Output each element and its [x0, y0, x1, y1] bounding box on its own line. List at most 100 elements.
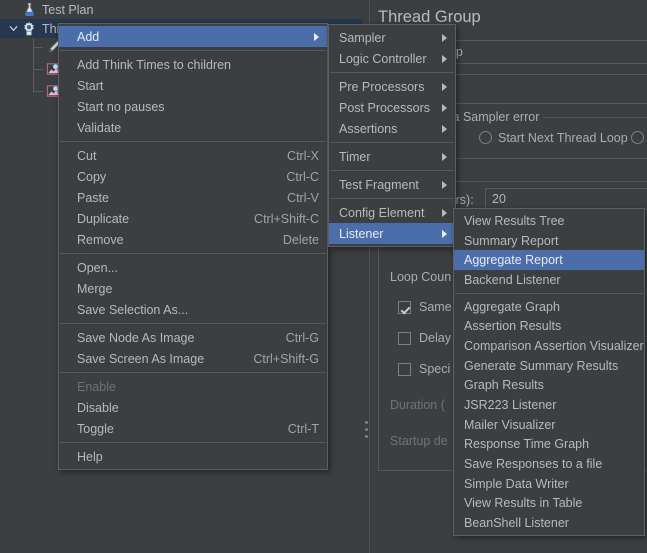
menu-item-label: Paste [77, 190, 109, 205]
menu-item-label: Open... [77, 260, 118, 275]
menu-item-backend-listener[interactable]: Backend Listener [454, 270, 644, 290]
menu-item-label: Remove [77, 232, 124, 247]
menu-item-open[interactable]: Open... [59, 257, 327, 278]
menu-item-response-time-graph[interactable]: Response Time Graph [454, 435, 644, 455]
menu-item-timer[interactable]: Timer [329, 146, 455, 167]
menu-item-label: Toggle [77, 421, 114, 436]
menu-item-shortcut: Delete [282, 232, 319, 247]
menu-item-shortcut: Ctrl+Shift-C [254, 211, 319, 226]
menu-item-label: Help [77, 449, 103, 464]
menu-item-generate-summary-results[interactable]: Generate Summary Results [454, 356, 644, 376]
menu-item-label: Copy [77, 169, 107, 184]
menu-item-test-fragment[interactable]: Test Fragment [329, 174, 455, 195]
menu-item-save-responses-to-a-file[interactable]: Save Responses to a file [454, 454, 644, 474]
menu-item-duplicate[interactable]: Duplicate Ctrl+Shift-C [59, 208, 327, 229]
menu-item-view-results-in-table[interactable]: View Results in Table [454, 494, 644, 514]
menu-item-mailer-visualizer[interactable]: Mailer Visualizer [454, 415, 644, 435]
menu-item-label: Timer [339, 149, 371, 164]
menu-item-aggregate-graph[interactable]: Aggregate Graph [454, 297, 644, 317]
menu-item-paste[interactable]: Paste Ctrl-V [59, 187, 327, 208]
menu-separator [330, 198, 454, 199]
same-user-label: Same [419, 300, 452, 314]
menu-item-label: Validate [77, 120, 122, 135]
menu-item-comparison-assertion-visualizer[interactable]: Comparison Assertion Visualizer [454, 336, 644, 356]
specify-lifetime-checkbox[interactable] [398, 363, 411, 376]
menu-item-assertion-results[interactable]: Assertion Results [454, 316, 644, 336]
menu-item-label: Assertion Results [464, 319, 562, 334]
menu-item-label: Comparison Assertion Visualizer [464, 338, 644, 353]
menu-item-sampler[interactable]: Sampler [329, 27, 455, 48]
duration-label: Duration ( [390, 398, 445, 412]
menu-item-start[interactable]: Start [59, 75, 327, 96]
menu-item-copy[interactable]: Copy Ctrl-C [59, 166, 327, 187]
menu-item-aggregate-report[interactable]: Aggregate Report [454, 250, 644, 271]
menu-item-shortcut: Ctrl-V [287, 190, 319, 205]
stop-thread-radio[interactable] [631, 131, 644, 144]
menu-item-label: Save Screen As Image [77, 351, 205, 366]
menu-separator [60, 253, 326, 254]
specify-lifetime-label: Speci [419, 362, 451, 376]
menu-item-post-processors[interactable]: Post Processors [329, 97, 455, 118]
start-next-thread-loop-radio[interactable] [479, 131, 492, 144]
chevron-right-icon [442, 208, 447, 217]
menu-separator [455, 292, 643, 294]
menu-item-save-selection-as[interactable]: Save Selection As... [59, 299, 327, 320]
splitter-grip-dot[interactable] [365, 428, 368, 431]
splitter-grip-dot[interactable] [365, 421, 368, 424]
tree-row-test-plan[interactable]: Test Plan [0, 0, 362, 19]
menu-item-summary-report[interactable]: Summary Report [454, 231, 644, 251]
menu-item-logic-controller[interactable]: Logic Controller [329, 48, 455, 69]
start-next-thread-loop-label: Start Next Thread Loop [498, 131, 628, 145]
menu-item-add-think-times-to-children[interactable]: Add Think Times to children [59, 54, 327, 75]
menu-item-save-screen-as-image[interactable]: Save Screen As Image Ctrl+Shift-G [59, 348, 327, 369]
menu-item-merge[interactable]: Merge [59, 278, 327, 299]
chevron-down-icon[interactable] [6, 22, 20, 36]
menu-item-start-no-pauses[interactable]: Start no pauses [59, 96, 327, 117]
menu-item-graph-results[interactable]: Graph Results [454, 376, 644, 396]
threads-input[interactable]: 20 [485, 188, 647, 210]
menu-item-pre-processors[interactable]: Pre Processors [329, 76, 455, 97]
chevron-right-icon [442, 124, 447, 133]
menu-item-cut[interactable]: Cut Ctrl-X [59, 145, 327, 166]
chevron-right-icon [314, 32, 319, 41]
menu-item-disable[interactable]: Disable [59, 397, 327, 418]
same-user-checkbox[interactable] [398, 301, 411, 314]
menu-item-beanshell-listener[interactable]: BeanShell Listener [454, 513, 644, 533]
menu-item-listener[interactable]: Listener [329, 223, 455, 244]
chevron-right-icon [442, 152, 447, 161]
menu-item-label: Add [77, 29, 100, 44]
menu-item-remove[interactable]: Remove Delete [59, 229, 327, 250]
menu-item-help[interactable]: Help [59, 446, 327, 467]
menu-item-label: Test Fragment [339, 177, 419, 192]
menu-item-label: Mailer Visualizer [464, 417, 556, 432]
menu-item-assertions[interactable]: Assertions [329, 118, 455, 139]
menu-item-label: Save Node As Image [77, 330, 195, 345]
chevron-right-icon [442, 54, 447, 63]
menu-item-validate[interactable]: Validate [59, 117, 327, 138]
menu-item-simple-data-writer[interactable]: Simple Data Writer [454, 474, 644, 494]
menu-item-label: Merge [77, 281, 113, 296]
listener-submenu[interactable]: View Results Tree Summary Report Aggregate… [453, 208, 645, 536]
add-submenu[interactable]: Sampler Logic Controller Pre Processors Pos… [328, 24, 456, 247]
menu-item-shortcut: Ctrl-C [286, 169, 319, 184]
menu-separator [60, 323, 326, 324]
jmeter-window: Test Plan Thread Group taken after a Sam… [0, 0, 647, 553]
menu-item-add[interactable]: Add [59, 26, 327, 47]
menu-item-label: Aggregate Graph [464, 299, 560, 314]
splitter-grip-dot[interactable] [365, 435, 368, 438]
menu-item-label: Graph Results [464, 378, 544, 393]
menu-item-jsr223-listener[interactable]: JSR223 Listener [454, 395, 644, 415]
menu-item-label: Save Responses to a file [464, 457, 603, 472]
menu-item-label: Sampler [339, 30, 386, 45]
menu-item-shortcut: Ctrl+Shift-G [253, 351, 319, 366]
menu-item-toggle[interactable]: Toggle Ctrl-T [59, 418, 327, 439]
menu-item-view-results-tree[interactable]: View Results Tree [454, 211, 644, 231]
menu-item-config-element[interactable]: Config Element [329, 202, 455, 223]
context-menu[interactable]: Add Add Think Times to children Start Start… [58, 23, 328, 470]
menu-separator [60, 50, 326, 51]
menu-item-label: Pre Processors [339, 79, 425, 94]
menu-item-save-node-as-image[interactable]: Save Node As Image Ctrl-G [59, 327, 327, 348]
delay-label: Delay [419, 331, 451, 345]
chevron-right-icon [442, 33, 447, 42]
delay-checkbox[interactable] [398, 332, 411, 345]
